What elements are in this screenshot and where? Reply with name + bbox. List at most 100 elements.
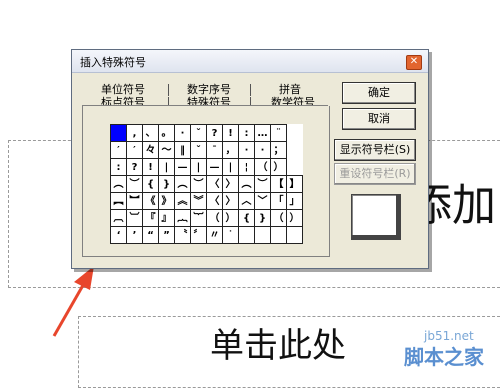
symbol-cell[interactable]: ︽ [174, 192, 191, 210]
symbol-cell[interactable]: ˙ [222, 226, 239, 244]
symbol-cell[interactable]: 々 [142, 141, 159, 159]
symbol-cell[interactable]: ¨ [270, 124, 287, 142]
symbol-cell[interactable]: 。 [158, 124, 175, 142]
symbol-grid: ,、。 · ˇ?!:… ¨ ′ ′ 々～ ‖ ˇ ¯， · ·；:?! | — | — | ¦ （） ︵ ︶{} ︵ ︶ 〈〉… [110, 124, 303, 244]
symbol-cell[interactable]: 〉 [222, 192, 239, 210]
symbol-cell[interactable] [238, 226, 255, 244]
show-symbol-bar-button[interactable]: 显示符号栏(S) [334, 139, 416, 161]
symbol-cell[interactable]: （ [206, 209, 223, 227]
watermark-site: 脚本之家 [404, 345, 484, 369]
symbol-row: :?! | — | — | ¦ （） [110, 158, 303, 176]
symbol-cell[interactable]: “ [142, 226, 159, 244]
symbol-cell[interactable]: 『 [142, 209, 159, 227]
symbol-cell[interactable]: ︶ [254, 175, 271, 193]
symbol-cell[interactable]: ︸ [190, 209, 207, 227]
symbol-preview-box [351, 194, 401, 240]
symbol-cell[interactable]: { [142, 175, 159, 193]
symbol-cell[interactable]: 〞 [190, 226, 207, 244]
symbol-row: ︻ ︼ 《》 ︽ ︾ 〈〉 ︿ ﹀ 「」 [110, 192, 303, 210]
symbol-cell[interactable]: ? [126, 158, 143, 176]
symbol-cell[interactable]: 》 [158, 192, 175, 210]
symbol-cell[interactable]: ︵ [110, 175, 127, 193]
symbol-cell[interactable]: 」 [286, 192, 303, 210]
tab-separator [168, 84, 169, 96]
symbol-cell[interactable]: ’ [126, 226, 143, 244]
symbol-cell[interactable]: （ [254, 158, 271, 176]
symbol-cell[interactable]: 「 [270, 192, 287, 210]
ok-button[interactable]: 确定 [342, 82, 416, 104]
symbol-cell[interactable]: ） [222, 209, 239, 227]
symbol-cell[interactable]: ） [270, 158, 287, 176]
symbol-cell[interactable]: 】 [286, 175, 303, 193]
symbol-cell[interactable]: ? [206, 124, 223, 142]
symbol-cell[interactable]: … [254, 124, 271, 142]
symbol-cell[interactable]: ︻ [110, 192, 127, 210]
insert-special-symbol-dialog: 插入特殊符号 ✕ 单位符号 数字序号 拼音 标点符号 特殊符号 数学符号 ,、。… [71, 49, 429, 269]
symbol-cell[interactable]: ¦ [238, 158, 255, 176]
symbol-cell[interactable]: 〃 [206, 226, 223, 244]
symbol-cell[interactable]: ˇ [190, 124, 207, 142]
symbol-cell[interactable]: ﹀ [254, 192, 271, 210]
symbol-cell[interactable]: · [254, 141, 271, 159]
symbol-cell[interactable]: ︿ [238, 192, 255, 210]
symbol-cell[interactable]: } [254, 209, 271, 227]
symbol-cell[interactable] [286, 226, 303, 244]
symbol-cell[interactable]: 《 [142, 192, 159, 210]
symbol-cell[interactable]: ′ [126, 141, 143, 159]
symbol-cell[interactable]: 』 [158, 209, 175, 227]
symbol-cell[interactable]: ‖ [174, 141, 191, 159]
symbol-cell[interactable]: : [238, 124, 255, 142]
symbol-row: ︵ ︶{} ︵ ︶ 〈〉 ︵ ︶ 【】 [110, 175, 303, 193]
symbol-cell[interactable] [270, 226, 287, 244]
symbol-cell[interactable]: ︺ [126, 209, 143, 227]
symbol-cell[interactable]: · [174, 124, 191, 142]
reset-symbol-bar-button[interactable]: 重设符号栏(R) [334, 163, 416, 185]
symbol-cell[interactable]: , [126, 124, 143, 142]
tab-unit-symbols[interactable]: 单位符号 [92, 83, 154, 97]
symbol-cell[interactable]: ︼ [126, 192, 143, 210]
symbol-cell[interactable]: 〝 [174, 226, 191, 244]
tab-number-sequence[interactable]: 数字序号 [178, 83, 240, 97]
symbol-cell[interactable]: ︶ [190, 175, 207, 193]
symbol-cell[interactable]: — [206, 158, 223, 176]
symbol-cell[interactable]: ， [222, 141, 239, 159]
symbol-cell[interactable]: | [158, 158, 175, 176]
symbol-row: ,、。 · ˇ?!:… ¨ [110, 124, 303, 142]
symbol-cell[interactable] [110, 124, 127, 142]
dialog-title: 插入特殊符号 [80, 56, 146, 69]
close-button[interactable]: ✕ [406, 55, 422, 70]
symbol-cell[interactable] [254, 226, 271, 244]
symbol-cell[interactable]: } [158, 175, 175, 193]
symbol-cell[interactable]: | [190, 158, 207, 176]
symbol-cell[interactable]: ︵ [238, 175, 255, 193]
symbol-cell[interactable]: ︷ [174, 209, 191, 227]
symbol-cell[interactable]: ” [158, 226, 175, 244]
symbol-cell[interactable]: | [222, 158, 239, 176]
symbol-cell[interactable]: 〈 [206, 175, 223, 193]
symbol-cell[interactable]: ! [142, 158, 159, 176]
symbol-cell[interactable]: ︾ [190, 192, 207, 210]
symbol-cell[interactable]: ! [222, 124, 239, 142]
symbol-cell[interactable]: · [238, 141, 255, 159]
dialog-titlebar[interactable]: 插入特殊符号 ✕ [72, 50, 428, 73]
tab-pinyin[interactable]: 拼音 [260, 83, 320, 97]
symbol-cell[interactable]: ¯ [206, 141, 223, 159]
symbol-cell[interactable]: ′ [110, 141, 127, 159]
symbol-cell[interactable]: ） [286, 209, 303, 227]
symbol-cell[interactable]: ˇ [190, 141, 207, 159]
symbol-cell[interactable]: ～ [158, 141, 175, 159]
symbol-cell[interactable]: （ [270, 209, 287, 227]
symbol-cell[interactable]: ‘ [110, 226, 127, 244]
symbol-cell[interactable]: — [174, 158, 191, 176]
symbol-cell[interactable]: : [110, 158, 127, 176]
symbol-cell[interactable]: 【 [270, 175, 287, 193]
symbol-cell[interactable]: 〈 [206, 192, 223, 210]
symbol-cell[interactable]: 、 [142, 124, 159, 142]
symbol-cell[interactable]: ︶ [126, 175, 143, 193]
symbol-cell[interactable]: ； [270, 141, 287, 159]
symbol-cell[interactable]: ︹ [110, 209, 127, 227]
symbol-cell[interactable]: 〉 [222, 175, 239, 193]
symbol-cell[interactable]: { [238, 209, 255, 227]
symbol-cell[interactable]: ︵ [174, 175, 191, 193]
cancel-button[interactable]: 取消 [342, 108, 416, 130]
